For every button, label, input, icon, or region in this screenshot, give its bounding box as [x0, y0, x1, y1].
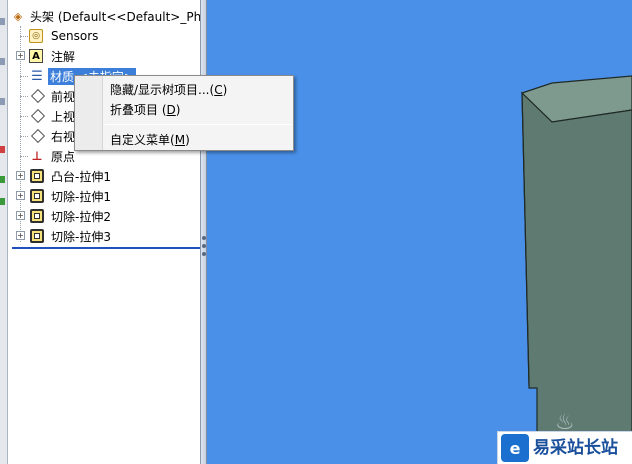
part-icon: ◈ [13, 9, 23, 23]
toolbar-icon[interactable] [0, 58, 5, 65]
tree-item-label: 右视 [51, 129, 76, 144]
material-icon: ☰ [31, 68, 43, 84]
left-toolbar-strip [0, 0, 8, 464]
site-watermark-badge: e 易采站长站 [497, 431, 632, 464]
menu-item-label: 自定义菜单 [110, 133, 171, 147]
toolbar-icon[interactable] [0, 146, 5, 153]
menu-item-customize-menu[interactable]: 自定义菜单(M) [110, 131, 190, 148]
tree-item-label: 前视 [51, 89, 76, 104]
plane-icon [28, 88, 45, 104]
tree-item-label: Sensors [51, 29, 99, 43]
menu-item-accelerator: C [214, 83, 223, 97]
tree-item-label: 切除-拉伸3 [51, 229, 111, 244]
feature-tree-panel: ◈ 头架 (Default<<Default>_Pho ◎ Sensors + … [8, 0, 201, 464]
menu-item-hide-show-tree[interactable]: 隐藏/显示树项目...(C) [110, 81, 227, 98]
tree-root-label: 头架 (Default<<Default>_Pho [30, 9, 201, 24]
context-menu: 隐藏/显示树项目...(C) 折叠项目 (D) 自定义菜单(M) [74, 75, 294, 151]
rollback-bar[interactable] [12, 247, 200, 249]
model-front-face [521, 91, 632, 464]
tree-item-cut-extrude2[interactable]: + 切除-拉伸2 [8, 206, 200, 226]
tree-item-cut-extrude1[interactable]: + 切除-拉伸1 [8, 186, 200, 206]
menu-item-accelerator: D [166, 103, 176, 117]
menu-item-label: 折叠项目 [110, 103, 159, 117]
tree-item-label: 注解 [51, 49, 76, 64]
menu-item-accelerator: M [174, 133, 186, 147]
tree-item-boss-extrude1[interactable]: + 凸台-拉伸1 [8, 166, 200, 186]
expand-icon[interactable]: + [16, 191, 25, 200]
cut-extrude-icon [29, 188, 45, 204]
toolbar-icon[interactable] [0, 176, 5, 183]
brand-title: 易采站长站 [533, 438, 618, 458]
toolbar-icon[interactable] [0, 18, 5, 25]
tree-item-label: 原点 [51, 149, 76, 164]
tree-item-cut-extrude3[interactable]: + 切除-拉伸3 [8, 226, 200, 246]
brand-logo-icon: e [501, 434, 529, 462]
sensor-icon: ◎ [29, 29, 43, 43]
graphics-viewport[interactable] [207, 0, 632, 464]
tree-item-annotations[interactable]: + A 注解 [8, 46, 200, 66]
toolbar-icon[interactable] [0, 198, 5, 205]
toolbar-icon[interactable] [0, 98, 5, 105]
menu-separator [105, 124, 291, 125]
cut-extrude-icon [29, 208, 45, 224]
plane-icon [28, 128, 45, 144]
tree-root[interactable]: ◈ 头架 (Default<<Default>_Pho [8, 6, 201, 26]
tree-item-label: 切除-拉伸2 [51, 209, 111, 224]
expand-icon[interactable]: + [16, 171, 25, 180]
tree-item-label: 切除-拉伸1 [51, 189, 111, 204]
plane-icon [28, 108, 45, 124]
menu-item-label: 隐藏/显示树项目... [110, 83, 210, 97]
expand-icon[interactable]: + [16, 51, 25, 60]
tree-item-label: 凸台-拉伸1 [51, 169, 111, 184]
model-solid [520, 75, 632, 464]
expand-icon[interactable]: + [16, 231, 25, 240]
boss-extrude-icon [29, 168, 45, 184]
origin-icon: ⊥ [31, 149, 43, 163]
menu-item-collapse-items[interactable]: 折叠项目 (D) [110, 101, 180, 118]
annotation-icon: A [29, 49, 43, 63]
tree-item-label: 上视 [51, 109, 76, 124]
splitter-grip-icon[interactable] [202, 236, 206, 264]
cut-extrude-icon [29, 228, 45, 244]
tree-item-sensors[interactable]: ◎ Sensors [8, 26, 200, 46]
expand-icon[interactable]: + [16, 211, 25, 220]
menu-icon-gutter [75, 76, 103, 150]
